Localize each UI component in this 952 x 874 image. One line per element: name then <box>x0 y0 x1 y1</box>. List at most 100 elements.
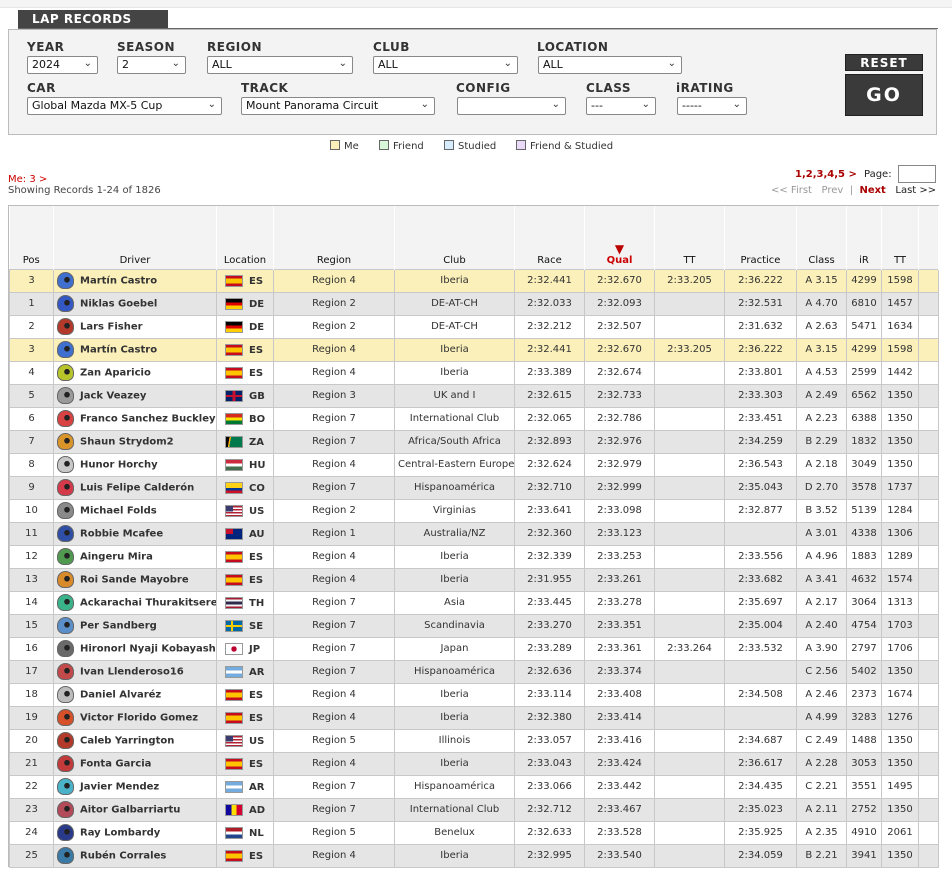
driver-name[interactable]: Javier Mendez <box>80 782 159 793</box>
cell-driver[interactable]: Daniel Alvaréz <box>53 682 217 707</box>
driver-name[interactable]: Victor Florido Gomez <box>80 713 198 724</box>
driver-name[interactable]: Martín Castro <box>80 345 157 356</box>
chevron-down-icon: ⌄ <box>171 58 180 69</box>
page-input[interactable] <box>898 165 936 183</box>
track-select[interactable]: Mount Panorama Circuit ⌄ <box>241 97 435 115</box>
prev-link[interactable]: Prev <box>822 185 844 196</box>
col-practice[interactable]: Practice <box>724 206 797 269</box>
next-link[interactable]: Next <box>859 185 885 196</box>
col-irating[interactable]: iR <box>846 206 882 269</box>
col-club[interactable]: Club <box>394 206 515 269</box>
page-links[interactable]: 1,2,3,4,5 > <box>795 169 857 180</box>
region-label: REGION <box>207 40 262 54</box>
cell-driver[interactable]: Roi Sande Mayobre <box>53 567 217 592</box>
cell-driver[interactable]: Rubén Corrales <box>53 843 217 868</box>
cell-driver[interactable]: Niklas Goebel <box>53 291 217 316</box>
cell-irating: 4632 <box>846 567 882 592</box>
region-select[interactable]: ALL ⌄ <box>207 56 353 74</box>
class-select[interactable]: --- ⌄ <box>586 97 656 115</box>
season-select[interactable]: 2 ⌄ <box>117 56 186 74</box>
year-select[interactable]: 2024 ⌄ <box>27 56 98 74</box>
driver-name[interactable]: Roi Sande Mayobre <box>80 575 189 586</box>
cell-driver[interactable]: Aitor Galbarriartu <box>53 797 217 822</box>
cell-driver[interactable]: Lars Fisher <box>53 314 217 339</box>
helmet-icon <box>57 594 74 611</box>
location-select[interactable]: ALL ⌄ <box>538 56 682 74</box>
driver-name[interactable]: Aingeru Mira <box>80 552 153 563</box>
cell-tt-rating: 1737 <box>881 475 919 500</box>
cell-driver[interactable]: Aingeru Mira <box>53 544 217 569</box>
cell-driver[interactable]: Jack Veazey <box>53 383 217 408</box>
legend-swatch-friend-studied <box>516 140 526 150</box>
last-link[interactable]: Last >> <box>895 185 936 196</box>
cell-irating: 3283 <box>846 705 882 730</box>
driver-name[interactable]: Aitor Galbarriartu <box>80 805 180 816</box>
cell-race: 2:32.633 <box>514 820 585 845</box>
irating-select[interactable]: ----- ⌄ <box>677 97 747 115</box>
cell-driver[interactable]: Michael Folds <box>53 498 217 523</box>
driver-name[interactable]: Franco Sanchez Buckley <box>80 414 216 425</box>
driver-name[interactable]: Lars Fisher <box>80 322 143 333</box>
car-select[interactable]: Global Mazda MX-5 Cup ⌄ <box>27 97 222 115</box>
cell-race: 2:33.389 <box>514 360 585 385</box>
club-select[interactable]: ALL ⌄ <box>373 56 518 74</box>
cell-driver[interactable]: Fonta Garcia <box>53 751 217 776</box>
table-row: 10 Michael Folds US Region 2 Virginias 2:33.6… <box>9 498 939 523</box>
driver-name[interactable]: Caleb Yarrington <box>80 736 174 747</box>
cell-driver[interactable]: Hunor Horchy <box>53 452 217 477</box>
driver-name[interactable]: Ray Lombardy <box>80 828 160 839</box>
driver-name[interactable]: Niklas Goebel <box>80 299 157 310</box>
col-pos[interactable]: Pos <box>9 206 54 269</box>
cell-driver[interactable]: Javier Mendez <box>53 774 217 799</box>
driver-name[interactable]: Fonta Garcia <box>80 759 151 770</box>
col-location[interactable]: Location <box>216 206 274 269</box>
cell-driver[interactable]: Robbie Mcafee <box>53 521 217 546</box>
col-region[interactable]: Region <box>273 206 395 269</box>
driver-name[interactable]: Hunor Horchy <box>80 460 158 471</box>
cell-location: DE <box>216 314 274 339</box>
col-tt-rating[interactable]: TT <box>881 206 919 269</box>
location-code: ES <box>249 850 264 862</box>
first-link[interactable]: << First <box>771 185 812 196</box>
config-select[interactable]: ⌄ <box>457 97 566 115</box>
cell-driver[interactable]: Ackarachai Thurakitseree <box>53 590 217 615</box>
cell-driver[interactable]: Luis Felipe Calderón <box>53 475 217 500</box>
col-class[interactable]: Class <box>796 206 847 269</box>
driver-name[interactable]: Hironorl Nyaji Kobayashi <box>80 644 216 655</box>
driver-name[interactable]: Rubén Corrales <box>80 851 166 862</box>
driver-name[interactable]: Per Sandberg <box>80 621 157 632</box>
reset-button[interactable]: RESET <box>845 54 923 71</box>
table-row: 2 Lars Fisher DE Region 2 DE-AT-CH 2:32.212 2:… <box>9 314 939 339</box>
cell-driver[interactable]: Shaun Strydom2 <box>53 429 217 454</box>
driver-name[interactable]: Ackarachai Thurakitseree <box>80 598 216 609</box>
cell-driver[interactable]: Caleb Yarrington <box>53 728 217 753</box>
cell-spacer <box>918 521 939 546</box>
col-driver[interactable]: Driver <box>53 206 217 269</box>
table-header: Pos Driver Location Region Club Race ▼ Qu… <box>9 206 939 269</box>
driver-name[interactable]: Martín Castro <box>80 276 157 287</box>
driver-name[interactable]: Shaun Strydom2 <box>80 437 174 448</box>
cell-driver[interactable]: Martín Castro <box>53 337 217 362</box>
driver-name[interactable]: Ivan Llenderoso16 <box>80 667 184 678</box>
cell-driver[interactable]: Per Sandberg <box>53 613 217 638</box>
col-qual[interactable]: ▼ Qual <box>584 206 655 269</box>
cell-driver[interactable]: Franco Sanchez Buckley <box>53 406 217 431</box>
cell-driver[interactable]: Hironorl Nyaji Kobayashi <box>53 636 217 661</box>
cell-class: A 2.23 <box>796 406 847 431</box>
driver-name[interactable]: Robbie Mcafee <box>80 529 163 540</box>
cell-driver[interactable]: Martín Castro <box>53 268 217 293</box>
driver-name[interactable]: Michael Folds <box>80 506 157 517</box>
col-race[interactable]: Race <box>514 206 585 269</box>
driver-name[interactable]: Daniel Alvaréz <box>80 690 161 701</box>
cell-driver[interactable]: Ivan Llenderoso16 <box>53 659 217 684</box>
cell-driver[interactable]: Zan Aparicio <box>53 360 217 385</box>
cell-driver[interactable]: Ray Lombardy <box>53 820 217 845</box>
cell-qual: 2:33.416 <box>584 728 655 753</box>
me-link[interactable]: Me: 3 > <box>8 174 47 185</box>
driver-name[interactable]: Jack Veazey <box>80 391 146 402</box>
driver-name[interactable]: Luis Felipe Calderón <box>80 483 194 494</box>
cell-driver[interactable]: Victor Florido Gomez <box>53 705 217 730</box>
go-button[interactable]: GO <box>845 74 923 116</box>
driver-name[interactable]: Zan Aparicio <box>80 368 151 379</box>
col-tt[interactable]: TT <box>654 206 725 269</box>
